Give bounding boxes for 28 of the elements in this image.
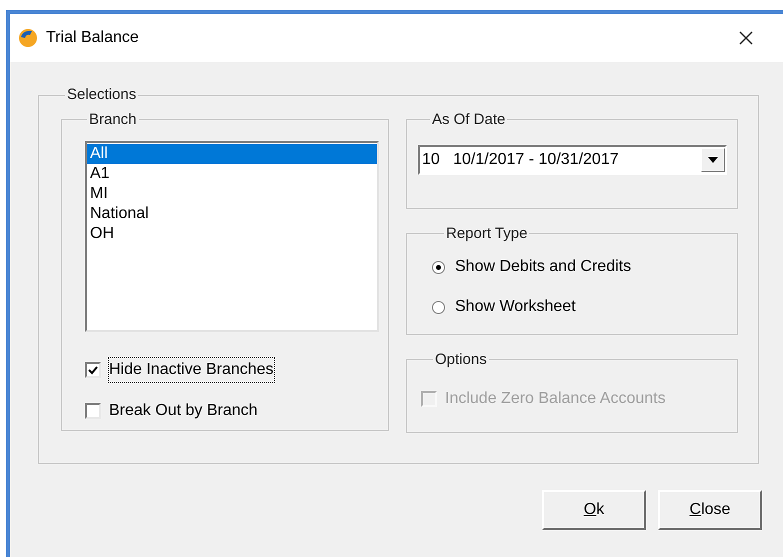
- date-dropdown[interactable]: 10 10/1/2017 - 10/31/2017: [418, 145, 727, 175]
- dropdown-arrow-icon: [708, 157, 718, 163]
- radio-label: Show Worksheet: [455, 297, 576, 317]
- list-item[interactable]: A1: [87, 164, 377, 184]
- ok-button[interactable]: Ok: [542, 490, 646, 530]
- group-title: Report Type: [445, 224, 528, 244]
- group-title: Options: [434, 350, 488, 370]
- checkmark-icon: [88, 366, 98, 374]
- close-button[interactable]: Close: [658, 490, 762, 530]
- list-item[interactable]: OH: [87, 224, 377, 244]
- group-title: As Of Date: [431, 110, 506, 130]
- list-item[interactable]: All: [87, 144, 377, 164]
- window-title: Trial Balance: [46, 28, 139, 48]
- radio-button[interactable]: [432, 300, 445, 314]
- close-icon[interactable]: [739, 31, 753, 45]
- checkbox-label: Break Out by Branch: [109, 401, 258, 421]
- checkbox-label: Hide Inactive Branches: [109, 358, 274, 382]
- list-item[interactable]: National: [87, 204, 377, 224]
- radio-label: Show Debits and Credits: [455, 257, 632, 277]
- group-title: Selections: [66, 85, 138, 105]
- list-item[interactable]: MI: [87, 184, 377, 204]
- group-title: Branch: [88, 110, 138, 130]
- checkbox-label: Include Zero Balance Accounts: [445, 389, 666, 409]
- app-logo-icon: [18, 28, 38, 48]
- checkbox[interactable]: [85, 362, 101, 378]
- radio-button[interactable]: [432, 260, 445, 274]
- checkbox[interactable]: [85, 403, 101, 419]
- branch-list[interactable]: All A1 MI National OH: [85, 141, 379, 332]
